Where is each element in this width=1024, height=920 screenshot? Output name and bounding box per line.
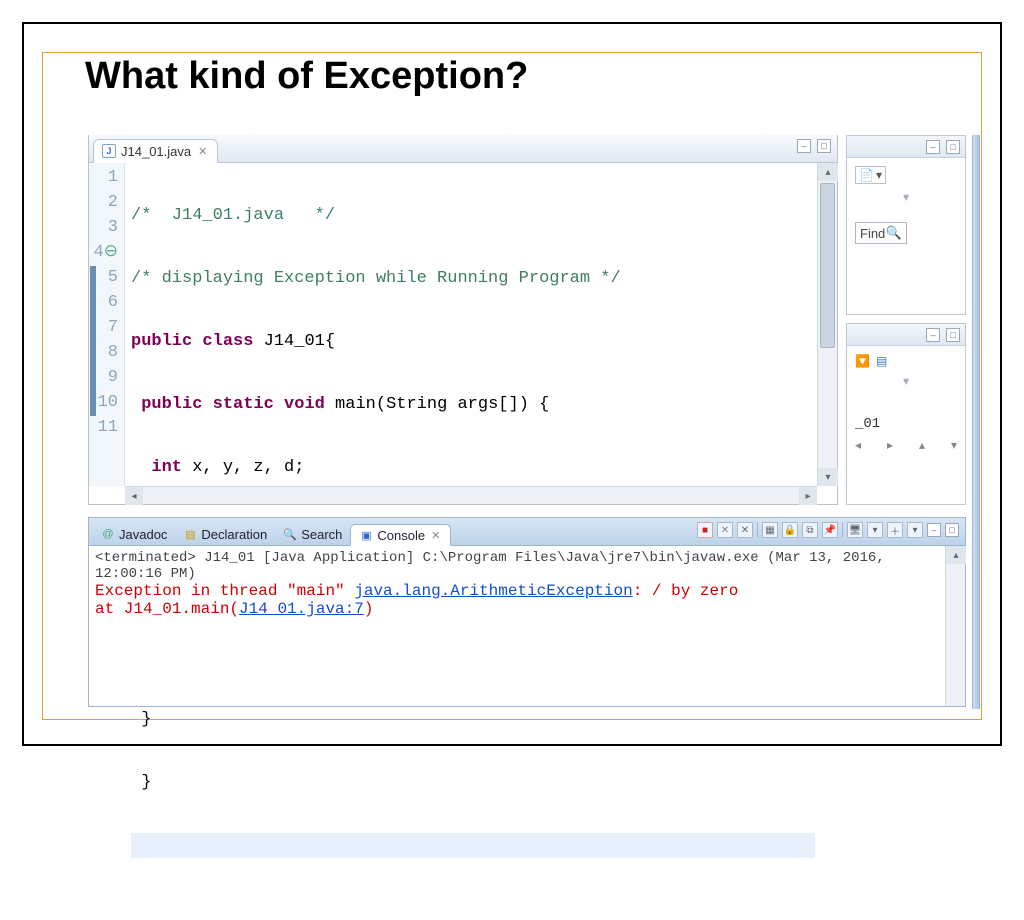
java-file-icon: J bbox=[102, 144, 116, 158]
search-icon: 🔍 bbox=[886, 225, 902, 241]
tab-search[interactable]: 🔍Search bbox=[275, 523, 350, 545]
line-number: 2 bbox=[89, 190, 124, 215]
remove-all-icon[interactable]: ✕ bbox=[737, 522, 753, 538]
scroll-right-icon[interactable]: ▸ bbox=[799, 487, 817, 505]
at-icon: @ bbox=[101, 527, 115, 541]
line-number: 1 bbox=[89, 165, 124, 190]
maximize-icon[interactable]: □ bbox=[946, 140, 960, 154]
line-gutter: 1 2 3 4⊖ 5 6 7 8 9 10 11 bbox=[89, 163, 125, 486]
close-icon[interactable]: ✕ bbox=[196, 145, 209, 158]
console-icon: ▣ bbox=[359, 528, 373, 542]
maximize-icon[interactable]: □ bbox=[946, 328, 960, 342]
line-number: 11 bbox=[89, 415, 124, 440]
tab-javadoc[interactable]: @Javadoc bbox=[93, 523, 175, 545]
doc-icon: ▤ bbox=[183, 527, 197, 541]
exception-class-link[interactable]: java.lang.ArithmeticException bbox=[354, 582, 632, 600]
editor-tab-active[interactable]: J J14_01.java ✕ bbox=[93, 139, 218, 163]
scroll-up-icon[interactable]: ▴ bbox=[919, 438, 925, 452]
console-output[interactable]: <terminated> J14_01 [Java Application] C… bbox=[89, 546, 965, 706]
change-marker bbox=[90, 266, 96, 416]
scroll-down-icon[interactable]: ▾ bbox=[951, 438, 957, 452]
pin-icon[interactable]: 📌 bbox=[822, 522, 838, 538]
editor-vscrollbar[interactable]: ▴ ▾ bbox=[817, 163, 837, 486]
sidepanel-header: – □ bbox=[847, 324, 965, 346]
editor-window-controls: – □ bbox=[797, 139, 831, 153]
console-toolbar: ■ ✕ ✕ ▦ 🔒 ⧉ 📌 🖥 ▾ ＋ ▾ – □ bbox=[697, 522, 959, 538]
menu-dropdown[interactable]: ▾ bbox=[907, 522, 923, 538]
line-number: 4⊖ bbox=[89, 240, 124, 265]
editor-hscrollbar[interactable]: ◂ ▸ bbox=[125, 486, 817, 504]
console-header: <terminated> J14_01 [Java Application] C… bbox=[95, 550, 959, 582]
scroll-right-icon[interactable]: ▸ bbox=[887, 438, 893, 452]
sort-icon[interactable]: 🔽 bbox=[855, 354, 870, 368]
minimize-icon[interactable]: – bbox=[926, 328, 940, 342]
side-panel-top: – □ 📄▾ ▾ Find 🔍 bbox=[846, 135, 966, 315]
slide-title: What kind of Exception? bbox=[85, 55, 534, 98]
bottom-tabbar: @Javadoc ▤Declaration 🔍Search ▣Console ✕… bbox=[89, 518, 965, 546]
editor-panel: J J14_01.java ✕ – □ 1 2 3 4⊖ 5 6 7 8 9 1… bbox=[88, 135, 838, 505]
filter-icon[interactable]: ▤ bbox=[876, 354, 887, 368]
sidepanel-header: – □ bbox=[847, 136, 965, 158]
line-number: 3 bbox=[89, 215, 124, 240]
tab-console[interactable]: ▣Console ✕ bbox=[350, 524, 451, 546]
ide-window: J J14_01.java ✕ – □ 1 2 3 4⊖ 5 6 7 8 9 1… bbox=[88, 135, 980, 709]
minimize-icon[interactable]: – bbox=[797, 139, 811, 153]
side-panel-outline: – □ 🔽 ▤ ▾ _01 ◂ ▸ ▴ ▾ bbox=[846, 323, 966, 505]
clear-icon[interactable]: ▦ bbox=[762, 522, 778, 538]
outline-item[interactable]: _01 bbox=[855, 416, 957, 432]
vertical-splitter[interactable] bbox=[972, 135, 980, 709]
new-console-dropdown[interactable]: ＋ bbox=[887, 522, 903, 538]
code-area[interactable]: /* J14_01.java */ /* displaying Exceptio… bbox=[131, 163, 815, 486]
search-icon: 🔍 bbox=[283, 527, 297, 541]
minimize-icon[interactable]: – bbox=[926, 140, 940, 154]
display-selected-icon[interactable]: 🖥 bbox=[847, 522, 863, 538]
open-console-dropdown[interactable]: ▾ bbox=[867, 522, 883, 538]
exception-line-2: at J14_01.main(J14 01.java:7) bbox=[95, 600, 959, 618]
toggle-icon[interactable]: ⧉ bbox=[802, 522, 818, 538]
close-icon[interactable]: ✕ bbox=[429, 529, 442, 542]
minimize-icon[interactable]: – bbox=[927, 523, 941, 537]
maximize-icon[interactable]: □ bbox=[945, 523, 959, 537]
editor-tab-label: J14_01.java bbox=[121, 144, 191, 159]
scroll-left-icon[interactable]: ◂ bbox=[855, 438, 861, 452]
remove-launch-icon[interactable]: ✕ bbox=[717, 522, 733, 538]
stop-icon[interactable]: ■ bbox=[697, 522, 713, 538]
exception-line-1: Exception in thread "main" java.lang.Ari… bbox=[95, 582, 959, 600]
find-field[interactable]: Find 🔍 bbox=[855, 222, 907, 244]
scroll-up-icon[interactable]: ▴ bbox=[818, 163, 838, 181]
editor-tabbar: J J14_01.java ✕ – □ bbox=[89, 135, 837, 163]
stack-trace-link[interactable]: J14 01.java:7 bbox=[239, 600, 364, 618]
toolbar-dropdown[interactable]: 📄▾ bbox=[855, 166, 886, 184]
chevron-down-icon[interactable]: ▾ bbox=[903, 374, 909, 388]
scroll-up-icon[interactable]: ▴ bbox=[946, 546, 966, 564]
scroll-lock-icon[interactable]: 🔒 bbox=[782, 522, 798, 538]
scroll-down-icon[interactable]: ▾ bbox=[818, 468, 838, 486]
bottom-panel: @Javadoc ▤Declaration 🔍Search ▣Console ✕… bbox=[88, 517, 966, 707]
tab-declaration[interactable]: ▤Declaration bbox=[175, 523, 275, 545]
maximize-icon[interactable]: □ bbox=[817, 139, 831, 153]
chevron-down-icon[interactable]: ▾ bbox=[903, 190, 909, 204]
scroll-left-icon[interactable]: ◂ bbox=[125, 487, 143, 505]
console-vscrollbar[interactable]: ▴ bbox=[945, 546, 965, 706]
scroll-thumb[interactable] bbox=[820, 183, 835, 348]
